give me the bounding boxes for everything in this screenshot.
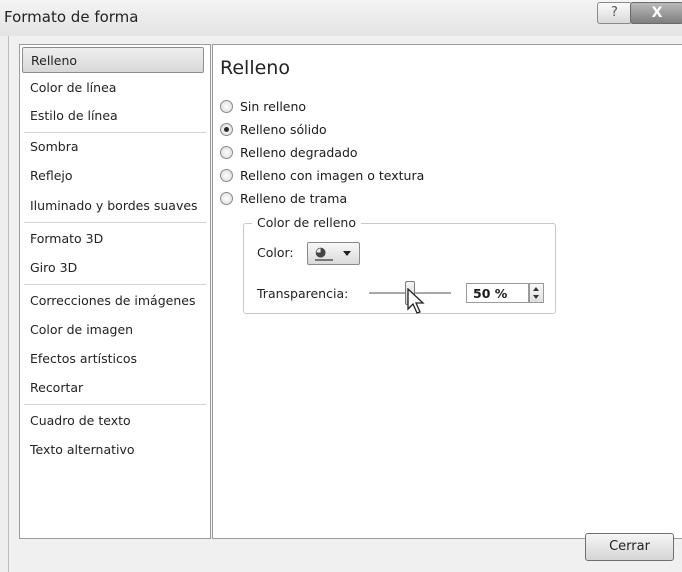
dialog-body: Relleno Color de línea Estilo de línea S… — [8, 36, 682, 572]
spin-up-icon[interactable] — [533, 287, 539, 291]
nav-item-cuadro-de-texto[interactable]: Cuadro de texto — [22, 408, 204, 434]
nav-item-recortar[interactable]: Recortar — [22, 375, 204, 401]
nav-item-correcciones[interactable]: Correcciones de imágenes — [22, 288, 204, 314]
chevron-down-icon — [343, 251, 351, 256]
nav-item-efectos-artisticos[interactable]: Efectos artísticos — [22, 346, 204, 372]
radio-label: Relleno sólido — [240, 122, 327, 137]
transparency-spinner[interactable] — [529, 283, 544, 303]
fill-color-group: Color de relleno Color: ◕ Transparencia:… — [243, 215, 556, 314]
nav-divider — [24, 284, 206, 285]
nav-divider — [24, 222, 206, 223]
category-list: Relleno Color de línea Estilo de línea S… — [19, 44, 211, 539]
radio-relleno-imagen-textura[interactable]: Relleno con imagen o textura — [220, 166, 424, 186]
radio-button-icon[interactable] — [220, 146, 233, 159]
nav-item-relleno[interactable]: Relleno — [22, 47, 204, 73]
nav-item-giro-3d[interactable]: Giro 3D — [22, 255, 204, 281]
radio-label: Relleno de trama — [240, 191, 348, 206]
nav-item-formato-3d[interactable]: Formato 3D — [22, 226, 204, 252]
radio-label: Relleno degradado — [240, 145, 358, 160]
transparency-value-input[interactable]: 50 % — [466, 283, 529, 303]
mouse-pointer-icon — [407, 288, 425, 314]
radio-label: Sin relleno — [240, 99, 307, 114]
nav-item-color-de-linea[interactable]: Color de línea — [22, 75, 204, 101]
nav-item-estilo-de-linea[interactable]: Estilo de línea — [22, 103, 204, 129]
radio-button-icon[interactable] — [220, 100, 233, 113]
nav-item-color-de-imagen[interactable]: Color de imagen — [22, 317, 204, 343]
help-button[interactable]: ? — [597, 2, 632, 24]
format-shape-dialog: Formato de forma ? X Relleno Color de lí… — [0, 0, 682, 572]
spin-down-icon[interactable] — [533, 295, 539, 299]
nav-item-texto-alternativo[interactable]: Texto alternativo — [22, 437, 204, 463]
title-bar: Formato de forma ? X — [0, 0, 682, 36]
dialog-title: Formato de forma — [4, 8, 139, 26]
window-close-button[interactable]: X — [630, 2, 682, 24]
radio-relleno-solido[interactable]: Relleno sólido — [220, 120, 327, 140]
radio-button-icon[interactable] — [220, 169, 233, 182]
radio-sin-relleno[interactable]: Sin relleno — [220, 97, 306, 117]
radio-button-checked-icon[interactable] — [220, 123, 233, 136]
nav-item-iluminado[interactable]: Iluminado y bordes suaves — [22, 193, 204, 219]
nav-divider — [24, 404, 206, 405]
nav-item-sombra[interactable]: Sombra — [22, 134, 204, 160]
transparency-label: Transparencia: — [257, 286, 349, 301]
radio-relleno-degradado[interactable]: Relleno degradado — [220, 143, 358, 163]
panel-title: Relleno — [220, 57, 290, 79]
current-color-bar — [315, 259, 333, 261]
color-label: Color: — [257, 245, 294, 260]
radio-label: Relleno con imagen o textura — [240, 168, 425, 183]
group-legend: Color de relleno — [252, 215, 361, 230]
radio-button-icon[interactable] — [220, 192, 233, 205]
settings-panel: Relleno Sin relleno Relleno sólido Relle… — [212, 44, 682, 539]
color-picker-button[interactable]: ◕ — [307, 242, 360, 265]
nav-item-reflejo[interactable]: Reflejo — [22, 163, 204, 189]
radio-relleno-trama[interactable]: Relleno de trama — [220, 189, 347, 209]
nav-divider — [24, 132, 206, 133]
close-button[interactable]: Cerrar — [585, 533, 674, 561]
